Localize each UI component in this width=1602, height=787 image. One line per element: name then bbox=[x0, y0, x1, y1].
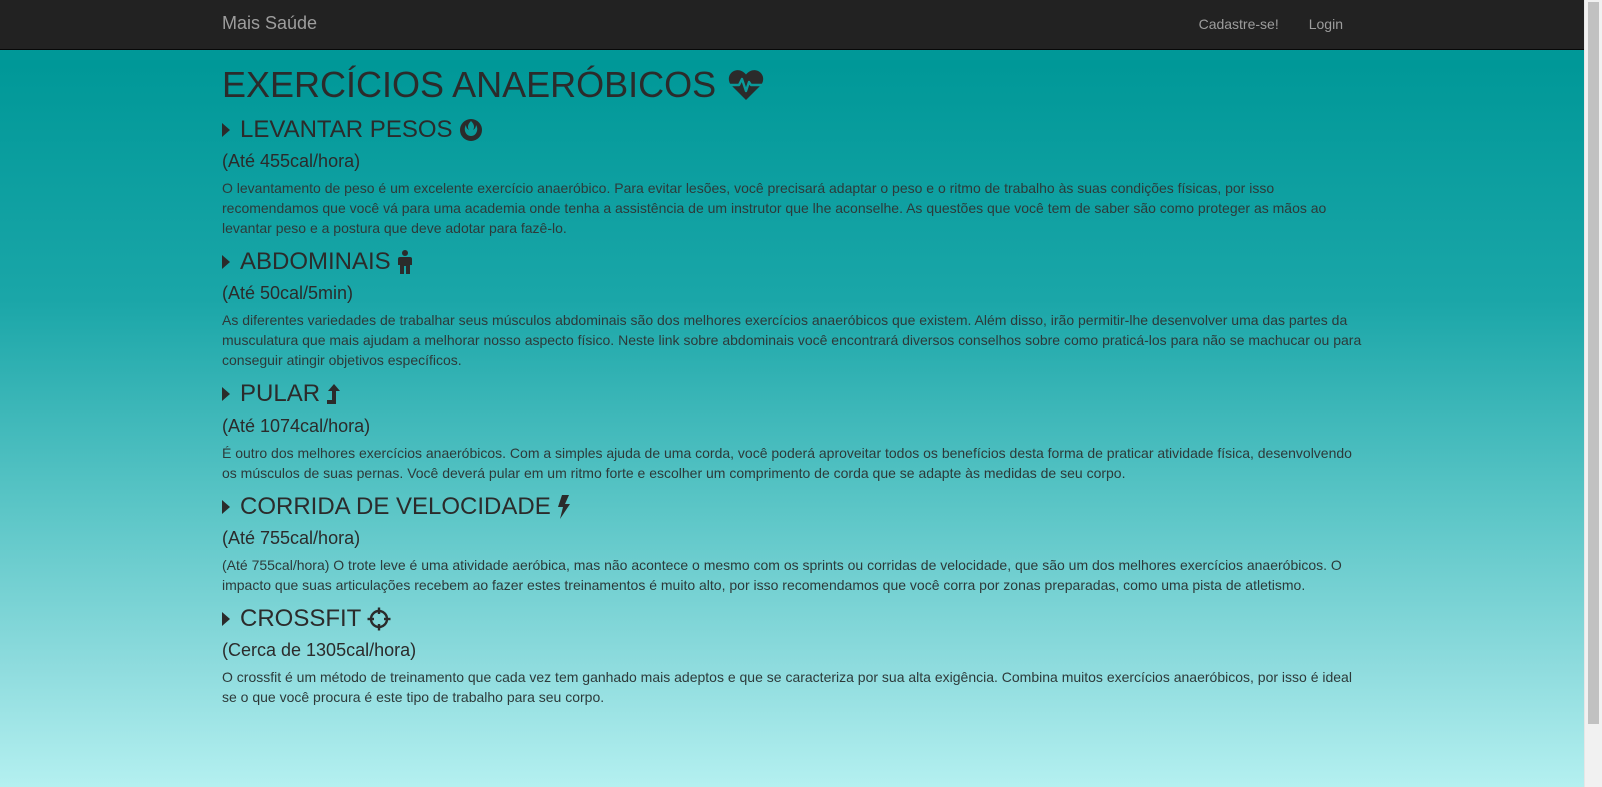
section-subtitle: (Até 50cal/5min) bbox=[222, 283, 354, 304]
section-title-text: CROSSFIT bbox=[240, 605, 362, 632]
scrollbar-thumb[interactable] bbox=[1588, 2, 1599, 724]
section-text: O levantamento de peso é um excelente ex… bbox=[222, 179, 1327, 236]
section-title: LEVANTAR PESOS bbox=[222, 115, 1366, 143]
section-abdominais: ABDOMINAIS (Até 50cal/5min) As diferente… bbox=[222, 247, 1366, 371]
page-title-text: EXERCÍCIOS ANAERÓBICOS bbox=[222, 64, 717, 105]
section-text: (Até 755cal/hora) O trote leve é uma ati… bbox=[222, 557, 1342, 594]
section-corrida-de-velocidade: CORRIDA DE VELOCIDADE (Até 755cal/hora) … bbox=[222, 492, 1366, 596]
level-up-icon bbox=[326, 383, 342, 405]
section-title: ABDOMINAIS bbox=[222, 247, 1366, 275]
section-title-text: CORRIDA DE VELOCIDADE bbox=[240, 492, 551, 520]
section-text: É outro dos melhores exercícios anaeróbi… bbox=[222, 444, 1352, 481]
caret-right-icon bbox=[222, 122, 230, 137]
section-subtitle: (Até 455cal/hora) bbox=[222, 150, 361, 171]
caret-right-icon bbox=[222, 255, 230, 270]
brand-link[interactable]: Mais Saúde bbox=[222, 13, 317, 34]
page-title: EXERCÍCIOS ANAERÓBICOS bbox=[222, 65, 1366, 105]
nav-links: Cadastre-se! Login bbox=[1199, 16, 1343, 32]
section-subtitle: (Cerca de 1305cal/hora) bbox=[222, 640, 417, 661]
section-subtitle: (Até 755cal/hora) bbox=[222, 528, 361, 549]
top-navbar: Mais Saúde Cadastre-se! Login bbox=[0, 0, 1585, 50]
section-subtitle: (Até 1074cal/hora) bbox=[222, 415, 371, 436]
male-figure-icon bbox=[397, 250, 413, 275]
login-link[interactable]: Login bbox=[1309, 16, 1343, 32]
section-title-text: PULAR bbox=[240, 380, 321, 408]
signup-link[interactable]: Cadastre-se! bbox=[1199, 16, 1279, 32]
crosshairs-icon bbox=[367, 607, 391, 631]
section-title: PULAR bbox=[222, 380, 1366, 408]
section-levantar-pesos: LEVANTAR PESOS (Até 455cal/hora) O levan… bbox=[222, 115, 1366, 239]
caret-right-icon bbox=[222, 499, 230, 514]
section-crossfit: CROSSFIT (Cerca de 1305cal/hora) O cross… bbox=[222, 605, 1366, 708]
section-text: O crossfit é um método de treinamento qu… bbox=[222, 669, 1352, 706]
vertical-scrollbar[interactable] bbox=[1584, 0, 1602, 787]
heartbeat-icon bbox=[728, 69, 764, 101]
rebel-icon bbox=[459, 118, 483, 142]
main-content: EXERCÍCIOS ANAERÓBICOS LEVANTAR PESOS (A… bbox=[222, 60, 1366, 718]
section-text: As diferentes variedades de trabalhar se… bbox=[222, 312, 1362, 369]
caret-right-icon bbox=[222, 387, 230, 402]
section-title-text: ABDOMINAIS bbox=[240, 247, 391, 275]
bolt-icon bbox=[557, 494, 571, 519]
section-title: CROSSFIT bbox=[222, 605, 1366, 632]
section-title: CORRIDA DE VELOCIDADE bbox=[222, 492, 1366, 520]
section-title-text: LEVANTAR PESOS bbox=[240, 115, 453, 143]
caret-right-icon bbox=[222, 612, 230, 627]
section-pular: PULAR (Até 1074cal/hora) É outro dos mel… bbox=[222, 380, 1366, 483]
